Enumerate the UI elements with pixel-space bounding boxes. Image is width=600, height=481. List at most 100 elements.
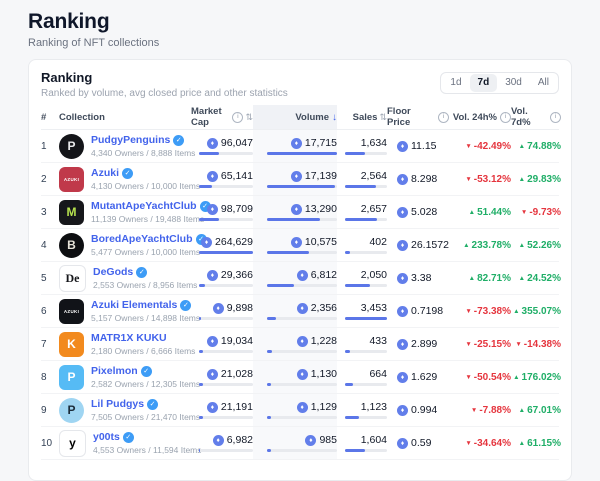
collection-cell[interactable]: K MATR1X KUKU ✓ 2,180 Owners / 6,666 Ite… xyxy=(59,328,191,360)
market-cap-value: 21,028 xyxy=(221,368,253,380)
collection-name[interactable]: Azuki Elementals xyxy=(91,299,177,311)
time-filter-7d[interactable]: 7d xyxy=(470,74,498,92)
rank: 7 xyxy=(41,328,59,360)
table-row[interactable]: 7 K MATR1X KUKU ✓ 2,180 Owners / 6,666 I… xyxy=(41,328,559,361)
collection-cell[interactable]: P Pixelmon ✓ 2,582 Owners / 12,305 Items xyxy=(59,361,191,393)
eth-icon: ♦ xyxy=(397,141,408,152)
eth-icon: ♦ xyxy=(291,204,302,215)
owners-items: 4,130 Owners / 10,000 Items xyxy=(91,181,191,191)
collection-name[interactable]: Pixelmon xyxy=(91,365,138,377)
info-icon[interactable]: i xyxy=(438,112,449,123)
time-filter-1d[interactable]: 1d xyxy=(442,74,469,92)
collection-logo-icon: y xyxy=(59,430,86,457)
collection-cell[interactable]: P Lil Pudgys ✓ 7,505 Owners / 21,470 Ite… xyxy=(59,394,191,426)
table-row[interactable]: 5 De DeGods ✓ 2,553 Owners / 8,956 Items… xyxy=(41,262,559,295)
col-floor-price[interactable]: Floor Pricei xyxy=(387,105,449,129)
volume-bar xyxy=(267,251,337,254)
col-sales[interactable]: Sales⇅ xyxy=(337,105,387,129)
table-row[interactable]: 1 P PudgyPenguins ✓ 4,340 Owners / 8,888… xyxy=(41,130,559,163)
change-direction-icon: ▲ xyxy=(519,176,525,183)
col-floor-price-label: Floor Price xyxy=(387,106,435,128)
col-vol-7d[interactable]: Vol. 7d%i xyxy=(511,105,561,129)
volume-value: 10,575 xyxy=(305,236,337,248)
market-cap-value: 264,629 xyxy=(215,236,253,248)
table-row[interactable]: 8 P Pixelmon ✓ 2,582 Owners / 12,305 Ite… xyxy=(41,361,559,394)
eth-icon: ♦ xyxy=(213,303,224,314)
time-filter-all[interactable]: All xyxy=(530,74,557,92)
col-volume[interactable]: Volume↓ xyxy=(253,105,337,129)
sort-icon[interactable]: ⇅ xyxy=(379,112,387,123)
rank: 9 xyxy=(41,394,59,426)
collection-name[interactable]: Azuki xyxy=(91,167,119,179)
volume-cell: ♦1,228 xyxy=(253,328,337,360)
collection-cell[interactable]: B BoredApeYachtClub ✓ 5,477 Owners / 10,… xyxy=(59,229,191,261)
collection-name[interactable]: PudgyPenguins xyxy=(91,134,170,146)
sales-value: 664 xyxy=(369,368,387,380)
table-row[interactable]: 9 P Lil Pudgys ✓ 7,505 Owners / 21,470 I… xyxy=(41,394,559,427)
verified-icon: ✓ xyxy=(173,135,184,146)
vol-24h-value: -42.49% xyxy=(474,141,511,152)
collection-cell[interactable]: AZUKI Azuki Elementals ✓ 5,157 Owners / … xyxy=(59,295,191,327)
change-direction-icon: ▼ xyxy=(465,308,471,315)
floor-price-cell: ♦5.028 xyxy=(387,196,449,228)
collection-name[interactable]: y00ts xyxy=(93,431,120,443)
collection-cell[interactable]: P PudgyPenguins ✓ 4,340 Owners / 8,888 I… xyxy=(59,130,191,162)
table-row[interactable]: 3 M MutantApeYachtClub ✓ 11,139 Owners /… xyxy=(41,196,559,229)
panel-subtitle: Ranked by volume, avg closed price and o… xyxy=(41,88,288,99)
time-filter-30d[interactable]: 30d xyxy=(497,74,530,92)
collection-name[interactable]: BoredApeYachtClub xyxy=(91,233,193,245)
collection-cell[interactable]: AZUKI Azuki ✓ 4,130 Owners / 10,000 Item… xyxy=(59,163,191,195)
sales-bar xyxy=(345,449,387,452)
vol-7d-cell: ▲355.07% xyxy=(511,295,561,327)
verified-icon: ✓ xyxy=(180,300,191,311)
collection-cell[interactable]: y y00ts ✓ 4,553 Owners / 11,594 Items xyxy=(59,427,191,459)
col-market-cap[interactable]: Market Capi⇅ xyxy=(191,105,253,129)
change-direction-icon: ▲ xyxy=(519,407,525,414)
change-direction-icon: ▼ xyxy=(465,176,471,183)
eth-icon: ♦ xyxy=(291,138,302,149)
sales-value: 3,453 xyxy=(361,302,387,314)
table-row[interactable]: 6 AZUKI Azuki Elementals ✓ 5,157 Owners … xyxy=(41,295,559,328)
vol-24h-cell: ▼-50.54% xyxy=(449,361,511,393)
table-body: 1 P PudgyPenguins ✓ 4,340 Owners / 8,888… xyxy=(29,130,571,460)
floor-price-cell: ♦0.7198 xyxy=(387,295,449,327)
market-cap-cell: ♦29,366 xyxy=(191,262,253,294)
market-cap-bar xyxy=(199,317,253,320)
page-header: Ranking Ranking of NFT collections xyxy=(0,0,600,49)
collection-name[interactable]: Lil Pudgys xyxy=(91,398,144,410)
info-icon[interactable]: i xyxy=(500,112,511,123)
sort-icon[interactable]: ⇅ xyxy=(245,112,253,123)
market-cap-value: 6,982 xyxy=(227,434,253,446)
eth-icon: ♦ xyxy=(297,402,308,413)
panel-titles: Ranking Ranked by volume, avg closed pri… xyxy=(41,70,288,99)
table-row[interactable]: 2 AZUKI Azuki ✓ 4,130 Owners / 10,000 It… xyxy=(41,163,559,196)
change-direction-icon: ▲ xyxy=(519,242,525,249)
change-direction-icon: ▲ xyxy=(519,275,525,282)
table-row[interactable]: 4 B BoredApeYachtClub ✓ 5,477 Owners / 1… xyxy=(41,229,559,262)
table-row[interactable]: 10 y y00ts ✓ 4,553 Owners / 11,594 Items… xyxy=(41,427,559,460)
floor-price-value: 11.15 xyxy=(411,140,437,152)
col-volume-label: Volume xyxy=(295,112,329,123)
info-icon[interactable]: i xyxy=(232,112,243,123)
market-cap-value: 98,709 xyxy=(221,203,253,215)
sales-cell: 3,453 xyxy=(337,295,387,327)
market-cap-bar xyxy=(199,218,253,221)
volume-cell: ♦6,812 xyxy=(253,262,337,294)
collection-cell[interactable]: De DeGods ✓ 2,553 Owners / 8,956 Items xyxy=(59,262,191,294)
market-cap-value: 9,898 xyxy=(227,302,253,314)
info-icon[interactable]: i xyxy=(550,112,561,123)
col-market-cap-label: Market Cap xyxy=(191,106,229,128)
change-direction-icon: ▲ xyxy=(519,440,525,447)
vol-7d-value: 24.52% xyxy=(527,273,561,284)
col-vol-24h[interactable]: Vol. 24h%i xyxy=(449,105,511,129)
collection-name[interactable]: MATR1X KUKU xyxy=(91,332,167,344)
eth-icon: ♦ xyxy=(291,171,302,182)
sales-bar xyxy=(345,284,387,287)
floor-price-cell: ♦0.994 xyxy=(387,394,449,426)
market-cap-bar xyxy=(199,350,253,353)
vol-24h-cell: ▼-25.15% xyxy=(449,328,511,360)
collection-name[interactable]: MutantApeYachtClub xyxy=(91,200,197,212)
collection-cell[interactable]: M MutantApeYachtClub ✓ 11,139 Owners / 1… xyxy=(59,196,191,228)
change-direction-icon: ▲ xyxy=(513,308,519,315)
collection-name[interactable]: DeGods xyxy=(93,266,133,278)
